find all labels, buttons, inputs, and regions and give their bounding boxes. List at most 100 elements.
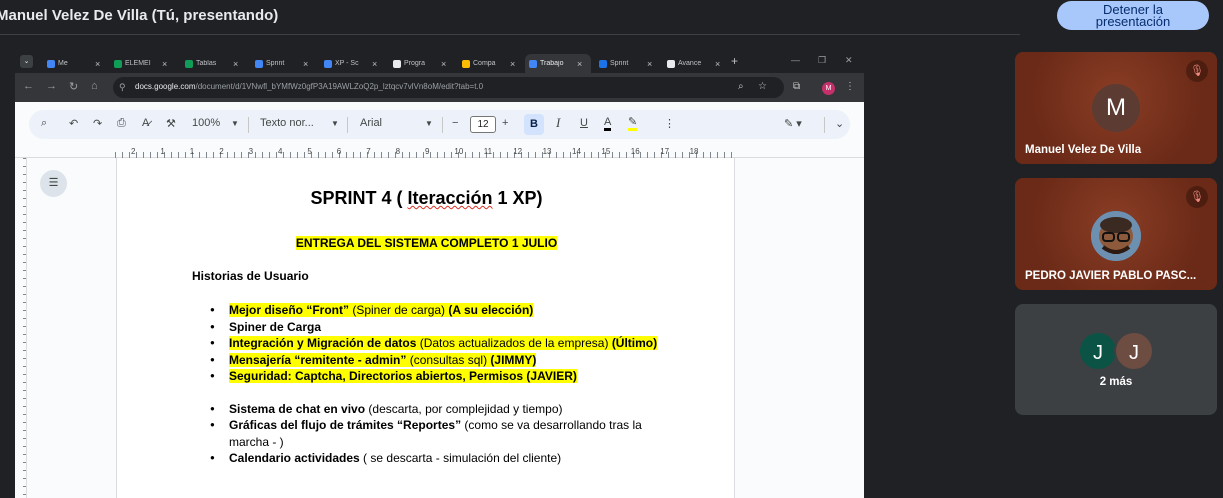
text-color-button[interactable]: A: [604, 117, 612, 131]
font-select[interactable]: Arial: [360, 117, 382, 129]
item-text: ( se descarta - simulación del cliente): [359, 451, 562, 465]
browser-tab[interactable]: Compa ×: [458, 54, 524, 73]
forward-icon[interactable]: →: [46, 80, 57, 92]
back-icon[interactable]: ←: [23, 80, 34, 92]
item-text: (Spiner de carga): [349, 303, 449, 317]
tab-strip: ⌄ Me × ELEMEI × Tablas × Sprint × XP - Sc × Progra…: [15, 51, 864, 73]
browser-tab[interactable]: Avance ×: [663, 54, 729, 73]
divider: [248, 117, 249, 133]
reload-icon[interactable]: ↻: [69, 80, 78, 93]
browser-tab[interactable]: Me ×: [43, 54, 109, 73]
avatar: J: [1078, 331, 1118, 371]
search-menus-icon[interactable]: ⌕: [41, 117, 47, 130]
more-options-icon[interactable]: ⋮: [664, 117, 675, 130]
divider: [824, 117, 825, 133]
item-bold-text: Seguridad: Captcha, Directorios abiertos…: [229, 369, 577, 383]
divider: [347, 117, 348, 133]
editing-mode-icon[interactable]: ✎ ▾: [784, 117, 802, 130]
increase-font-icon[interactable]: +: [502, 117, 508, 129]
close-tab-icon[interactable]: ×: [162, 59, 167, 69]
outline-icon[interactable]: ☰: [40, 170, 67, 197]
avatar: M: [1092, 84, 1140, 132]
list-item: Gráficas del flujo de trámites “Reportes…: [210, 417, 670, 450]
browser-tab[interactable]: XP - Sc ×: [320, 54, 386, 73]
close-tab-icon[interactable]: ×: [441, 59, 446, 69]
undo-icon[interactable]: ↶: [69, 117, 78, 130]
close-window-icon[interactable]: ✕: [845, 55, 853, 66]
menu-kebab-icon[interactable]: ⋮: [845, 81, 855, 92]
stop-presenting-button[interactable]: Detener la presentación: [1057, 1, 1209, 30]
stop-button-label-line2: presentación: [1095, 14, 1171, 29]
close-tab-icon[interactable]: ×: [303, 59, 308, 69]
vertical-ruler: [15, 158, 27, 498]
list-item: Calendario actividades ( se descarta - s…: [210, 450, 670, 467]
italic-button[interactable]: I: [556, 115, 560, 131]
bookmark-star-icon[interactable]: ☆: [758, 81, 767, 92]
zoom-select[interactable]: 100%: [192, 117, 220, 129]
more-participants-tile[interactable]: J J 2 más: [1015, 304, 1217, 415]
redo-icon[interactable]: ↷: [93, 117, 102, 130]
presenter-title: Manuel Velez De Villa (Tú, presentando): [0, 7, 279, 24]
list-item: Integración y Migración de datos (Datos …: [210, 335, 670, 352]
extensions-icon[interactable]: ⧉: [793, 81, 800, 92]
list-item: Seguridad: Captcha, Directorios abiertos…: [210, 368, 670, 385]
close-tab-icon[interactable]: ×: [715, 59, 720, 69]
close-tab-icon[interactable]: ×: [95, 59, 100, 69]
divider: [442, 117, 443, 133]
bold-button[interactable]: B: [524, 114, 544, 135]
print-icon[interactable]: ⎙: [117, 117, 126, 130]
profile-avatar[interactable]: M: [822, 82, 835, 95]
participant-tile[interactable]: 🎙︎ M Manuel Velez De Villa: [1015, 52, 1217, 164]
ruler-number: 11: [483, 147, 493, 156]
tab-favicon-icon: [667, 59, 675, 68]
collapse-menu-icon[interactable]: ⌄: [835, 117, 844, 130]
close-tab-icon[interactable]: ×: [233, 59, 238, 69]
new-tab-icon[interactable]: +: [731, 54, 738, 68]
restore-icon[interactable]: ❐: [818, 55, 826, 66]
browser-tab[interactable]: Tablas ×: [181, 54, 247, 73]
zoom-icon[interactable]: ⌕: [738, 81, 744, 92]
ruler-number: 13: [542, 147, 552, 156]
browser-tab[interactable]: Trabajo ×: [525, 54, 591, 73]
item-text: (consultas sql): [406, 352, 491, 367]
font-size-input[interactable]: 12: [470, 116, 496, 133]
minimize-icon[interactable]: —: [791, 55, 800, 65]
item-bold-text: Calendario actividades: [229, 451, 360, 465]
browser-tab[interactable]: Sprint ×: [251, 54, 317, 73]
ruler-number: 5: [307, 147, 312, 156]
ruler-number: 4: [278, 147, 283, 156]
tab-label: Progra: [404, 60, 426, 67]
close-tab-icon[interactable]: ×: [510, 59, 515, 69]
close-tab-icon[interactable]: ×: [577, 59, 582, 69]
browser-tab[interactable]: ELEMEI ×: [110, 54, 176, 73]
tab-label: ELEMEI: [125, 60, 151, 67]
item-bold-text: Mensajería “remitente - admin”: [229, 352, 407, 367]
close-tab-icon[interactable]: ×: [647, 59, 652, 69]
ruler-number: 18: [689, 147, 699, 156]
underline-button[interactable]: U: [580, 117, 588, 129]
paint-format-icon[interactable]: ⚒: [166, 117, 176, 130]
browser-tab[interactable]: Sprint ×: [595, 54, 661, 73]
ruler-number: 12: [513, 147, 523, 156]
more-participants-label: 2 más: [1099, 376, 1133, 388]
tab-favicon-icon: [47, 59, 55, 68]
item-bold-text: (A su elección): [448, 303, 534, 317]
subtitle-text: ENTREGA DEL SISTEMA COMPLETO 1 JULIO: [295, 236, 558, 250]
participant-tile[interactable]: 🎙︎ PEDRO JAVIER PABLO PASC...: [1015, 178, 1217, 290]
document-page[interactable]: SPRINT 4 ( Iteracción 1 XP) ENTREGA DEL …: [116, 158, 735, 498]
url-input[interactable]: ⚲ docs.google.com/document/d/1VNwfl_bYMf…: [113, 77, 784, 98]
home-icon[interactable]: ⌂: [91, 80, 98, 92]
decrease-font-icon[interactable]: −: [452, 117, 458, 129]
ruler-number: 2: [131, 147, 136, 156]
list-item: Mejor diseño “Front” (Spiner de carga) (…: [210, 302, 670, 319]
site-info-icon[interactable]: ⚲: [119, 82, 126, 93]
highlight-icon[interactable]: ✎: [628, 117, 638, 131]
spellcheck-icon[interactable]: A̷: [142, 117, 149, 129]
tab-search-icon[interactable]: ⌄: [20, 55, 33, 68]
close-tab-icon[interactable]: ×: [372, 59, 377, 69]
participant-name: Manuel Velez De Villa: [1025, 144, 1142, 156]
ruler-number: 2: [219, 147, 224, 156]
browser-tab[interactable]: Progra ×: [389, 54, 455, 73]
ruler-number: 7: [366, 147, 371, 156]
style-select[interactable]: Texto nor...: [260, 117, 314, 129]
